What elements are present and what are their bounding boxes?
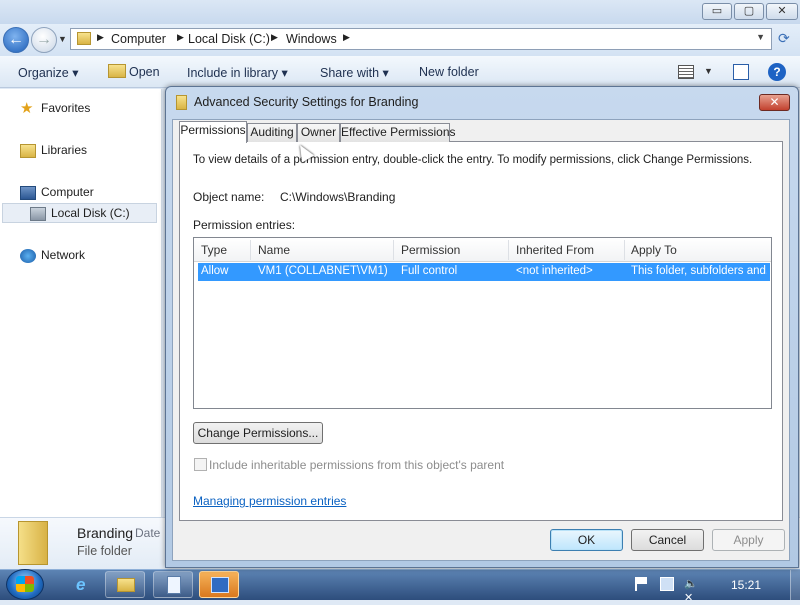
network-status-icon[interactable] xyxy=(660,577,674,591)
open-button[interactable]: Open xyxy=(129,65,160,79)
breadcrumb-arrow-icon[interactable]: ▶ xyxy=(97,32,104,43)
system-clock[interactable]: 15:21 xyxy=(731,578,761,592)
action-center-flag-icon[interactable] xyxy=(635,577,649,591)
taskbar-windows-explorer[interactable] xyxy=(105,571,145,598)
managing-permission-entries-link[interactable]: Managing permission entries xyxy=(193,494,346,508)
nav-label: Libraries xyxy=(41,143,88,157)
libraries-icon xyxy=(20,144,36,158)
change-permissions-button[interactable]: Change Permissions... xyxy=(193,422,323,444)
include-inheritable-checkbox[interactable] xyxy=(194,458,207,471)
object-name-value: C:\Windows\Branding xyxy=(280,190,396,204)
breadcrumb-arrow-icon[interactable]: ▶ xyxy=(271,32,278,43)
breadcrumb-arrow-icon[interactable]: ▶ xyxy=(177,32,184,43)
dialog-title: Advanced Security Settings for Branding xyxy=(194,95,419,109)
nav-item-local-disk[interactable]: Local Disk (C:) xyxy=(30,206,155,222)
apply-button[interactable]: Apply xyxy=(712,529,785,551)
tab-auditing[interactable]: Auditing xyxy=(247,123,297,142)
cell-permission: Full control xyxy=(401,265,458,277)
object-name-label: Object name: xyxy=(193,190,265,204)
volume-muted-icon[interactable]: 🔈✕ xyxy=(684,577,698,604)
change-view-icon[interactable] xyxy=(678,65,694,79)
chevron-down-icon[interactable]: ▼ xyxy=(704,66,713,76)
nav-item-network[interactable]: Network xyxy=(20,248,160,264)
close-window-button[interactable]: ✕ xyxy=(766,3,798,20)
nav-label: Network xyxy=(41,248,86,262)
new-folder-button[interactable]: New folder xyxy=(419,65,479,79)
forward-button[interactable]: → xyxy=(31,27,57,53)
column-divider[interactable] xyxy=(393,240,394,260)
details-item-type: File folder xyxy=(77,544,132,558)
taskbar-active-app[interactable] xyxy=(199,571,239,598)
explorer-title-bar xyxy=(0,0,800,24)
internet-explorer-icon: e xyxy=(76,575,86,594)
cell-type: Allow xyxy=(201,265,229,277)
column-header-type[interactable]: Type xyxy=(201,243,227,257)
taskbar-notepad[interactable] xyxy=(153,571,193,598)
organize-menu[interactable]: Organize ▾ xyxy=(18,65,78,80)
cell-apply-to: This folder, subfolders and... xyxy=(631,265,767,277)
folder-icon xyxy=(18,521,48,565)
windows-logo-icon xyxy=(16,576,34,592)
column-divider[interactable] xyxy=(624,240,625,260)
tab-effective-permissions[interactable]: Effective Permissions xyxy=(340,123,456,142)
address-row: ← → ▼ ▶ Computer ▶ Local Disk (C:) ▶ Win… xyxy=(0,24,800,56)
recent-pages-dropdown[interactable]: ▼ xyxy=(58,34,67,44)
column-header-permission[interactable]: Permission xyxy=(401,243,460,257)
open-folder-icon xyxy=(108,64,126,78)
help-icon[interactable]: ? xyxy=(768,63,786,81)
cancel-button[interactable]: Cancel xyxy=(631,529,704,551)
minimize-button[interactable]: ▭ xyxy=(702,3,732,20)
column-divider[interactable] xyxy=(508,240,509,260)
permission-entries-label: Permission entries: xyxy=(193,218,296,232)
star-icon: ★ xyxy=(20,100,34,117)
refresh-icon[interactable]: ⟳ xyxy=(778,30,790,47)
share-with-menu[interactable]: Share with ▾ xyxy=(320,65,389,80)
cell-name: VM1 (COLLABNET\VM1) xyxy=(258,265,388,277)
column-header-apply-to[interactable]: Apply To xyxy=(631,243,677,257)
instructions-text: To view details of a permission entry, d… xyxy=(193,154,753,166)
include-inheritable-label: Include inheritable permissions from thi… xyxy=(209,458,505,472)
nav-label: Local Disk (C:) xyxy=(51,206,130,220)
include-in-library-menu[interactable]: Include in library ▾ xyxy=(187,65,288,80)
column-header-name[interactable]: Name xyxy=(258,243,290,257)
ok-button[interactable]: OK xyxy=(550,529,623,551)
tab-owner[interactable]: Owner xyxy=(297,123,340,142)
nav-item-favorites[interactable]: ★ Favorites xyxy=(20,101,160,117)
folder-icon xyxy=(77,32,91,45)
nav-item-libraries[interactable]: Libraries xyxy=(20,143,160,159)
address-bar[interactable]: ▶ Computer ▶ Local Disk (C:) ▶ Windows ▶… xyxy=(70,28,772,50)
back-button[interactable]: ← xyxy=(3,27,29,53)
chevron-down-icon[interactable]: ▼ xyxy=(756,32,765,42)
folder-icon xyxy=(176,95,187,110)
breadcrumb-windows[interactable]: Windows xyxy=(286,32,337,46)
nav-label: Computer xyxy=(41,185,94,199)
nav-item-computer[interactable]: Computer xyxy=(20,185,160,201)
nav-label: Favorites xyxy=(41,101,91,115)
notepad-icon xyxy=(167,576,181,594)
computer-icon xyxy=(20,186,36,200)
breadcrumb-computer[interactable]: Computer xyxy=(111,32,166,46)
dialog-close-button[interactable]: ✕ xyxy=(759,94,790,111)
taskbar-internet-explorer[interactable]: e xyxy=(63,571,103,598)
tab-permissions[interactable]: Permissions xyxy=(179,121,247,143)
app-icon xyxy=(211,577,229,593)
breadcrumb-local-disk[interactable]: Local Disk (C:) xyxy=(188,32,270,46)
show-desktop-button[interactable] xyxy=(790,570,800,600)
network-icon xyxy=(20,249,36,263)
maximize-button[interactable]: ▢ xyxy=(734,3,764,20)
column-header-inherited-from[interactable]: Inherited From xyxy=(516,243,594,257)
cell-inherited-from: <not inherited> xyxy=(516,265,593,277)
preview-pane-icon[interactable] xyxy=(733,64,749,80)
breadcrumb-arrow-icon[interactable]: ▶ xyxy=(343,32,350,43)
folder-icon xyxy=(117,578,135,592)
details-item-name: Branding xyxy=(77,525,134,541)
column-divider[interactable] xyxy=(250,240,251,260)
details-date-label: Date xyxy=(135,526,161,540)
disk-drive-icon xyxy=(30,207,46,221)
